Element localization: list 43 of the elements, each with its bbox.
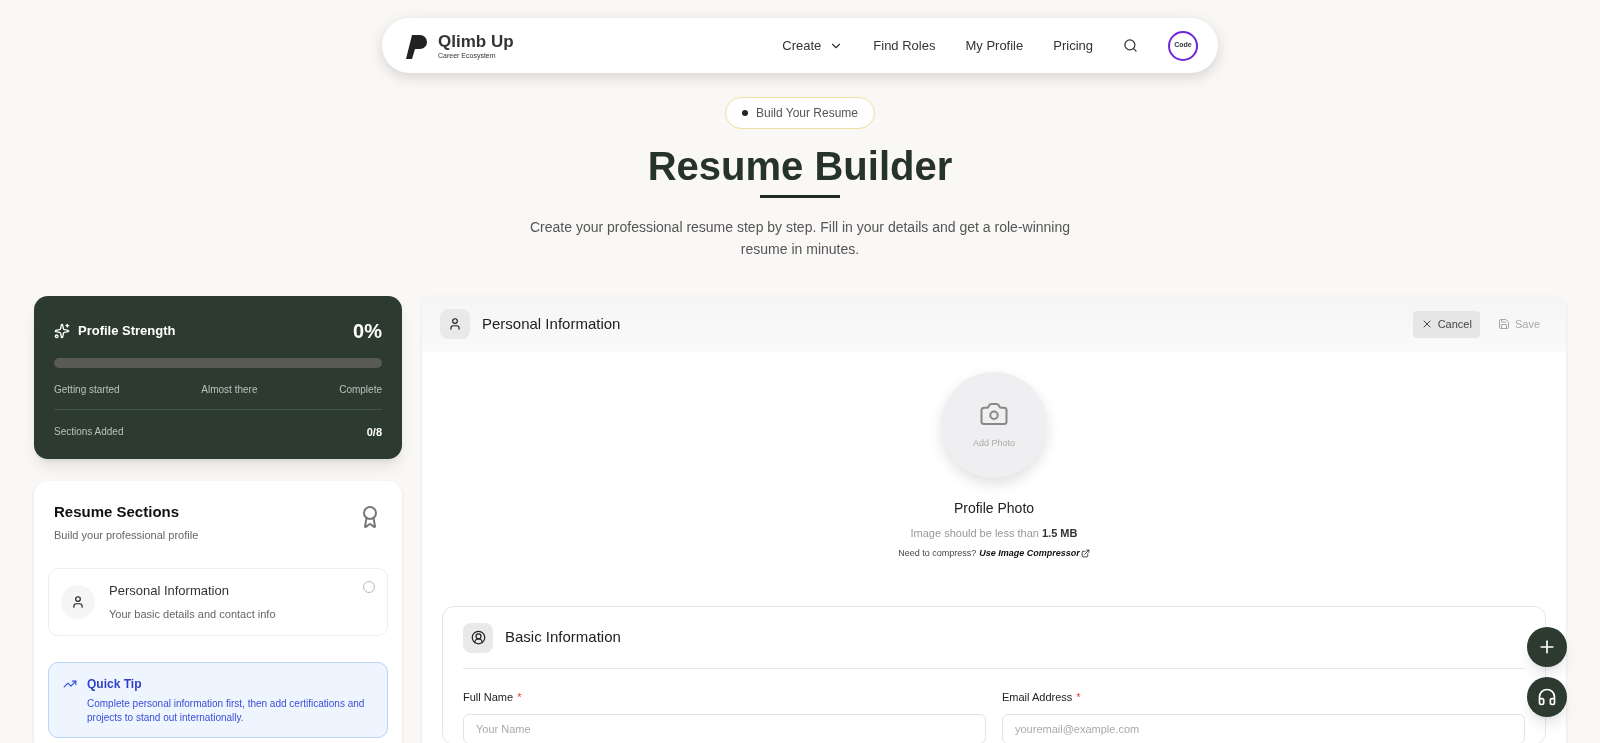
section-item[interactable]: Personal Information Your basic details and contact info (48, 567, 388, 636)
sections-count: 0/8 (366, 425, 382, 440)
page-subtitle: Create your professional resume step by step. Fill in your details and get a role-winning resume in minutes. (528, 218, 1072, 259)
compress-link[interactable]: Use Image Compressor (979, 546, 1090, 560)
photo-title: Profile Photo (953, 499, 1035, 518)
page-title: Resume Builder (647, 143, 953, 190)
field-label: Email Address (1002, 690, 1073, 705)
user-circle-icon (470, 630, 486, 645)
nav-link[interactable]: Create (782, 35, 844, 56)
section-description: Your basic details and contact info (109, 606, 276, 622)
photo-hint: Image should be less than 1.5 MB (910, 526, 1078, 541)
required-asterisk: * (517, 690, 522, 705)
input-field[interactable]: Your Name (463, 713, 986, 743)
nav-link[interactable]: Find Roles (873, 35, 936, 56)
milestone-label: Getting started (54, 383, 120, 397)
tip-title: Quick Tip (87, 675, 143, 693)
user-icon (71, 594, 85, 609)
sections-label: Sections Added (54, 425, 124, 439)
tip-text: Complete personal information first, then add certifications and projects to stand out internationally. (87, 696, 366, 725)
milestone-label: Almost there (201, 383, 258, 397)
nav-link[interactable]: My Profile (965, 35, 1024, 56)
section-title: Personal Information (109, 582, 230, 600)
field-label: Full Name (463, 690, 514, 705)
input-field[interactable]: youremail@example.com (1002, 713, 1525, 743)
card-subtitle: Build your professional profile (54, 528, 199, 543)
required-asterisk: * (1076, 690, 1081, 705)
search-icon[interactable] (1123, 38, 1138, 53)
compress-prompt: Need to compress? (898, 546, 977, 560)
section-badge: Build Your Resume (724, 97, 876, 129)
user-icon (448, 317, 462, 331)
nav-link[interactable]: Pricing (1053, 35, 1093, 56)
milestone-label: Complete (339, 383, 382, 397)
sparkles-icon (54, 323, 70, 339)
card-title: Basic Information (505, 627, 621, 648)
strength-percent: 0% (353, 319, 382, 344)
cancel-button[interactable]: Cancel (1412, 310, 1480, 338)
save-icon (1497, 318, 1510, 330)
headphones-icon (1537, 687, 1557, 707)
brand-name: Qlimb Up (438, 32, 514, 50)
card-title: Profile Strength (78, 322, 176, 341)
card-title: Resume Sections (54, 501, 181, 522)
external-link-icon (1080, 548, 1090, 558)
panel-title: Personal Information (482, 313, 621, 334)
